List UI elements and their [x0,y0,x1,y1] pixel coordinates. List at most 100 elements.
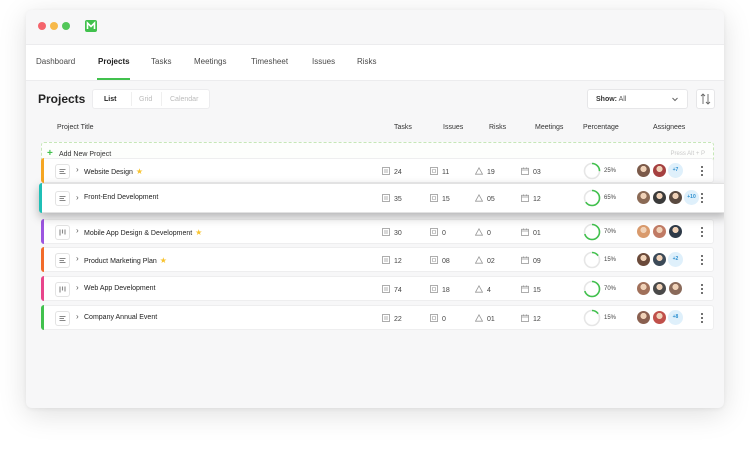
more-assignees-badge[interactable]: +2 [668,252,683,267]
column-header-issues[interactable]: Issues [443,124,463,131]
issues-icon [430,285,442,294]
tab-risks[interactable]: Risks [357,57,377,66]
issues-value: 18 [442,287,450,294]
star-icon[interactable]: ★ [195,228,202,237]
expand-chevron-icon[interactable]: › [76,165,79,174]
more-options-icon[interactable] [699,192,705,205]
project-row[interactable]: › Product Marketing Plan ★ 12 08 02 09 15% +2 [41,247,714,272]
kanban-icon[interactable] [55,225,70,240]
sort-button[interactable] [696,89,715,109]
risks-value: 19 [487,169,495,176]
more-options-icon[interactable] [699,312,705,325]
more-options-icon[interactable] [699,165,705,178]
expand-chevron-icon[interactable]: › [76,193,79,202]
more-assignees-badge[interactable]: +7 [668,163,683,178]
issues-icon [430,228,442,237]
avatar[interactable] [636,163,651,178]
tab-issues[interactable]: Issues [312,57,335,66]
project-row[interactable]: › Website Design ★ 24 11 19 03 25% +7 [41,158,714,183]
list-icon[interactable] [55,164,70,179]
star-icon[interactable]: ★ [136,167,143,176]
project-title[interactable]: Web App Development [84,285,155,292]
avatar[interactable] [668,281,683,296]
meetings-value: 12 [533,196,541,203]
project-title[interactable]: Front-End Development [84,194,158,201]
progress-ring [583,189,601,207]
progress-ring [583,223,601,241]
avatar[interactable] [652,310,667,325]
tab-timesheet[interactable]: Timesheet [251,57,288,66]
avatar[interactable] [668,190,683,205]
column-header-meetings[interactable]: Meetings [535,124,563,131]
project-row[interactable]: › Web App Development 74 18 4 15 70% [41,276,714,301]
project-title[interactable]: Product Marketing Plan [84,258,157,265]
project-title-wrap[interactable]: Front-End Development [84,194,158,201]
tab-tasks[interactable]: Tasks [151,57,171,66]
star-icon[interactable]: ★ [160,256,167,265]
list-icon[interactable] [55,191,70,206]
more-options-icon[interactable] [699,283,705,296]
issues-count: 11 [430,167,449,176]
project-title-wrap[interactable]: Mobile App Design & Development ★ [84,228,202,237]
tab-meetings[interactable]: Meetings [194,57,226,66]
avatar[interactable] [652,163,667,178]
tasks-value: 22 [394,316,402,323]
view-tab-calendar[interactable]: Calendar [170,96,198,103]
more-assignees-badge[interactable]: +8 [668,310,683,325]
show-filter-dropdown[interactable]: Show: All [587,89,688,109]
column-header-tasks[interactable]: Tasks [394,124,412,131]
project-title[interactable]: Mobile App Design & Development [84,230,192,237]
project-title-wrap[interactable]: Website Design ★ [84,167,143,176]
more-options-icon[interactable] [699,226,705,239]
avatar[interactable] [652,252,667,267]
view-tab-grid[interactable]: Grid [139,96,152,103]
avatar[interactable] [636,310,651,325]
close-window-button[interactable] [38,22,46,30]
issues-count: 08 [430,256,450,265]
project-title[interactable]: Website Design [84,169,133,176]
column-header-risks[interactable]: Risks [489,124,506,131]
avatar[interactable] [636,190,651,205]
avatar[interactable] [636,252,651,267]
avatar[interactable] [652,281,667,296]
more-assignees-badge[interactable]: +10 [684,190,699,205]
expand-chevron-icon[interactable]: › [76,226,79,235]
expand-chevron-icon[interactable]: › [76,254,79,263]
percentage-label: 15% [604,257,617,263]
risks-value: 05 [487,196,495,203]
avatar[interactable] [668,224,683,239]
avatar[interactable] [636,281,651,296]
view-switcher: List Grid Calendar [92,89,210,109]
avatar[interactable] [652,190,667,205]
tab-projects[interactable]: Projects [98,57,130,66]
tasks-count: 24 [382,167,402,176]
column-header-percentage[interactable]: Percentage [583,124,619,131]
column-header-assignees[interactable]: Assignees [653,124,685,131]
tasks-count: 22 [382,314,402,323]
project-row[interactable]: › Front-End Development 35 15 05 12 65% +10 [39,183,724,213]
maximize-window-button[interactable] [62,22,70,30]
more-options-icon[interactable] [699,254,705,267]
issues-icon [430,194,442,203]
tab-dashboard[interactable]: Dashboard [36,57,75,66]
view-tab-list[interactable]: List [104,96,116,103]
avatar[interactable] [652,224,667,239]
list-icon[interactable] [55,311,70,326]
kanban-icon[interactable] [55,282,70,297]
project-title-wrap[interactable]: Web App Development [84,285,155,292]
risks-count: 01 [474,313,495,323]
expand-chevron-icon[interactable]: › [76,312,79,321]
project-title[interactable]: Company Annual Event [84,314,157,321]
column-header-title[interactable]: Project Title [57,124,94,131]
minimize-window-button[interactable] [50,22,58,30]
issues-icon [430,167,442,176]
risks-count: 05 [474,193,495,203]
list-icon[interactable] [55,253,70,268]
avatar[interactable] [636,224,651,239]
project-row[interactable]: › Company Annual Event 22 0 01 12 15% +8 [41,305,714,330]
expand-chevron-icon[interactable]: › [76,283,79,292]
project-title-wrap[interactable]: Company Annual Event [84,314,157,321]
project-row[interactable]: › Mobile App Design & Development ★ 30 0 0 01 7… [41,219,714,244]
risks-value: 0 [487,230,491,237]
project-title-wrap[interactable]: Product Marketing Plan ★ [84,256,167,265]
